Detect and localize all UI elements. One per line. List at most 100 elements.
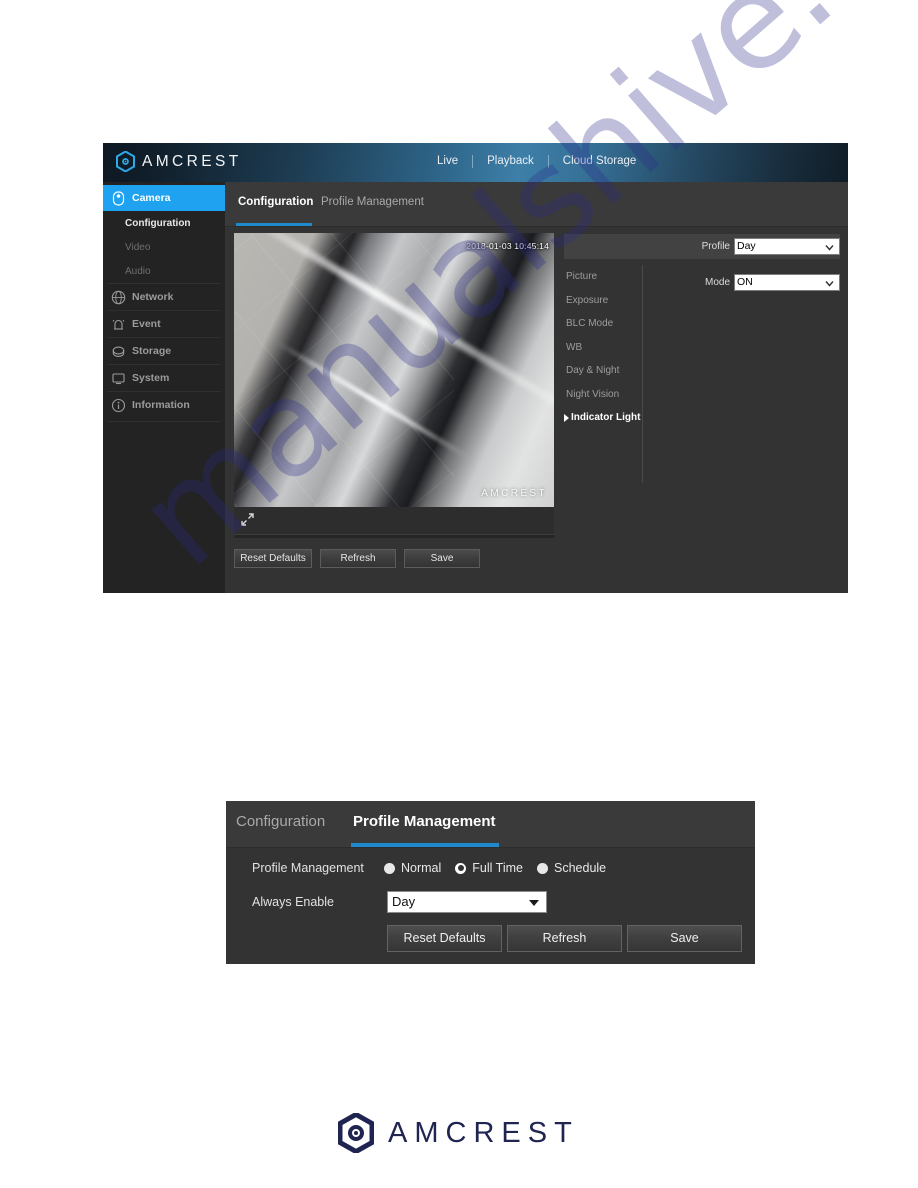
video-toolbar <box>234 507 554 535</box>
settings-item-exposure[interactable]: Exposure <box>564 289 642 313</box>
tab-configuration[interactable]: Configuration <box>238 196 313 208</box>
pm-radio-normal[interactable]: Normal <box>384 861 441 875</box>
top-navigation: Live Playback Cloud Storage <box>423 154 650 169</box>
settings-sub-navigation: Picture Exposure BLC Mode WB Day & Night… <box>564 265 643 483</box>
pm-radio-label: Normal <box>401 861 442 875</box>
sidebar-item-label: System <box>132 372 170 384</box>
pm-save-button[interactable]: Save <box>627 925 742 952</box>
pm-always-enable-row: Always Enable Day <box>252 891 547 913</box>
profile-select[interactable]: Day <box>734 238 840 255</box>
sidebar-divider <box>107 421 221 422</box>
sidebar-item-information[interactable]: Information <box>103 392 225 418</box>
expand-fullscreen-icon[interactable] <box>240 512 255 527</box>
profile-field-row: Profile Day <box>564 234 840 259</box>
sidebar-item-storage[interactable]: Storage <box>103 338 225 364</box>
radio-indicator <box>384 862 395 874</box>
video-brand-watermark: AMCREST <box>481 488 547 499</box>
mode-select-value: ON <box>737 275 753 288</box>
settings-item-day-night[interactable]: Day & Night <box>564 359 642 383</box>
settings-item-indicator-light[interactable]: Indicator Light <box>564 406 642 430</box>
information-circle-icon <box>110 397 126 413</box>
system-monitor-icon <box>110 370 126 386</box>
sidebar-subitem-configuration[interactable]: Configuration <box>103 211 225 235</box>
pm-refresh-button[interactable]: Refresh <box>507 925 622 952</box>
sidebar-subitem-video[interactable]: Video <box>103 235 225 259</box>
tab-bar: Configuration Profile Management <box>225 182 848 227</box>
sidebar-item-label: Information <box>132 399 190 411</box>
pm-radio-schedule[interactable]: Schedule <box>537 861 606 875</box>
pm-body: Profile Management Normal Full Time Sche… <box>226 847 755 964</box>
sidebar-subitem-label: Video <box>125 241 151 253</box>
save-button[interactable]: Save <box>404 549 480 568</box>
settings-item-label: Picture <box>566 271 598 283</box>
pm-radio-label: Schedule <box>554 861 607 875</box>
settings-item-blc-mode[interactable]: BLC Mode <box>564 312 642 336</box>
settings-item-label: WB <box>566 341 583 353</box>
amcrest-hex-logo-icon <box>337 1111 375 1155</box>
app-header: AMCREST Live Playback Cloud Storage <box>103 143 848 182</box>
sidebar-subitem-label: Audio <box>125 265 151 277</box>
camera-icon <box>110 190 126 206</box>
active-tab-underline <box>236 223 312 226</box>
amcrest-hex-logo-icon <box>116 150 135 173</box>
mode-label: Mode <box>704 276 730 288</box>
nav-playback[interactable]: Playback <box>473 154 548 169</box>
action-button-row: Reset Defaults Refresh Save <box>234 549 480 568</box>
tab-profile-management[interactable]: Profile Management <box>321 196 424 208</box>
settings-item-label: BLC Mode <box>566 318 614 330</box>
pm-radio-full-time[interactable]: Full Time <box>455 861 523 875</box>
event-bell-icon <box>110 316 126 332</box>
pm-action-button-row: Reset Defaults Refresh Save <box>387 925 742 952</box>
settings-item-label: Night Vision <box>566 388 620 400</box>
chevron-down-icon <box>825 278 834 287</box>
refresh-button[interactable]: Refresh <box>320 549 396 568</box>
footer-brand-name: AMCREST <box>388 1116 579 1149</box>
pm-profile-management-label: Profile Management <box>252 861 364 875</box>
nav-cloud-storage[interactable]: Cloud Storage <box>549 154 651 169</box>
settings-item-wb[interactable]: WB <box>564 336 642 360</box>
pm-profile-management-row: Profile Management Normal Full Time Sche… <box>252 861 606 875</box>
chevron-down-icon <box>825 242 834 251</box>
pm-mode-radio-group: Normal Full Time Schedule <box>384 861 606 875</box>
pm-always-enable-select[interactable]: Day <box>387 891 547 913</box>
brand-name: AMCREST <box>142 152 242 170</box>
live-video-feed[interactable]: 2018-01-03 10:45:14 AMCREST <box>234 233 554 507</box>
sidebar-item-network[interactable]: Network <box>103 284 225 310</box>
mode-select[interactable]: ON <box>734 273 840 291</box>
pm-radio-label: Full Time <box>472 861 523 875</box>
sidebar-subitem-audio[interactable]: Audio <box>103 259 225 283</box>
sidebar-item-camera[interactable]: Camera <box>103 185 236 211</box>
reset-defaults-button[interactable]: Reset Defaults <box>234 549 312 568</box>
settings-item-label: Indicator Light <box>571 412 641 424</box>
pm-always-enable-value: Day <box>392 894 416 909</box>
camera-web-ui-panel: AMCREST Live Playback Cloud Storage Came… <box>103 143 848 593</box>
sidebar-item-label: Camera <box>132 192 171 204</box>
caret-right-icon <box>564 413 569 422</box>
network-globe-icon <box>110 289 126 305</box>
storage-disk-icon <box>110 343 126 359</box>
footer-brand-logo: AMCREST <box>337 1111 579 1155</box>
settings-item-night-vision[interactable]: Night Vision <box>564 383 642 407</box>
pm-reset-defaults-button[interactable]: Reset Defaults <box>387 925 502 952</box>
sidebar-item-label: Storage <box>132 345 172 357</box>
radio-indicator <box>537 862 548 874</box>
pm-tab-profile-management[interactable]: Profile Management <box>353 813 496 830</box>
sidebar-subitem-label: Configuration <box>125 217 191 229</box>
sidebar-item-label: Network <box>132 291 174 303</box>
sidebar-item-label: Event <box>132 318 161 330</box>
settings-item-label: Exposure <box>566 294 609 306</box>
nav-live[interactable]: Live <box>423 154 472 169</box>
profile-management-panel: Configuration Profile Management Profile… <box>226 801 755 964</box>
radio-indicator-selected <box>455 862 467 874</box>
brand-logo: AMCREST <box>116 150 242 173</box>
sidebar-item-system[interactable]: System <box>103 365 225 391</box>
profile-select-value: Day <box>737 240 756 252</box>
settings-item-picture[interactable]: Picture <box>564 265 642 289</box>
pm-tab-configuration[interactable]: Configuration <box>236 813 325 830</box>
profile-label: Profile <box>701 241 730 252</box>
settings-item-label: Day & Night <box>566 365 620 377</box>
sidebar-item-event[interactable]: Event <box>103 311 225 337</box>
pm-always-enable-label: Always Enable <box>252 895 334 909</box>
video-timestamp-overlay: 2018-01-03 10:45:14 <box>466 241 549 251</box>
pm-tab-bar: Configuration Profile Management <box>226 801 755 848</box>
